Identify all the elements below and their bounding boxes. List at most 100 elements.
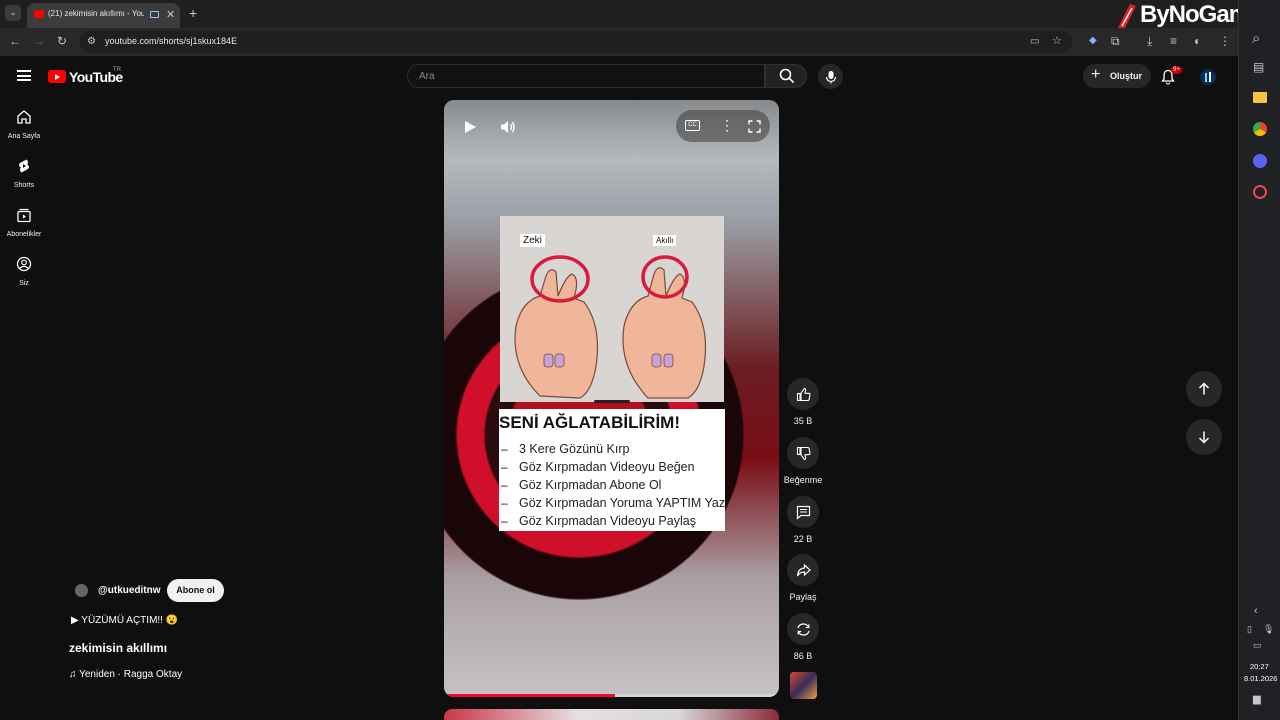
list-dash: – [501,514,508,528]
guide-item-you[interactable]: Siz [0,256,48,287]
discord-icon[interactable] [1253,154,1267,168]
like-bubble [787,378,819,410]
taskbar-time[interactable]: 20:27 [1250,662,1269,671]
bookmark-star-icon[interactable]: ☆ [1052,34,1062,48]
remix-count: 86 B [793,651,813,661]
tray-device-icon[interactable]: ▯ [1247,622,1252,636]
region-code: TR [113,67,121,73]
short-description[interactable]: ▶ YÜZÜMÜ AÇTIM!! 😮 [71,615,178,626]
gamebar-icon[interactable] [1253,185,1267,199]
next-short-button[interactable] [1186,419,1222,455]
progress-track[interactable] [444,694,779,697]
tab-title: (21) zekimisin akıllımı - You [48,9,144,18]
list-dash: – [501,478,508,492]
share-label: Paylaş [789,592,817,602]
guide-item-subscriptions[interactable]: Abonelikler [0,207,48,238]
hamburger-menu-icon[interactable] [17,70,31,81]
guide-item-shorts[interactable]: Shorts [0,158,48,189]
search-input[interactable]: Ara [407,64,765,88]
create-button[interactable]: + Oluştur [1083,64,1151,88]
extension-icon[interactable]: ◆ [1089,34,1097,48]
media-control-icon[interactable]: ≡ [1170,34,1177,48]
tab-close-icon[interactable]: ✕ [166,8,175,22]
comments-bubble [787,496,819,528]
notification-badge: 9+ [1171,66,1182,74]
extensions-puzzle-icon[interactable]: ⧉ [1111,34,1120,48]
like-button[interactable]: 35 B [787,378,819,426]
cast-icon[interactable]: ▭ [1030,35,1039,49]
url-text: youtube.com/shorts/sj1skux184E [105,36,238,46]
dislike-label: Beğenme [783,475,823,485]
file-explorer-icon[interactable] [1253,92,1267,103]
remix-button[interactable]: 86 B [787,613,819,661]
tab-list-icon[interactable]: ⌄ [5,5,21,21]
sound-thumbnail[interactable] [790,672,817,699]
short-title[interactable]: zekimisin akıllımı [69,641,167,655]
thumbs-down-icon [796,446,811,460]
user-icon [16,256,32,272]
channel-avatar[interactable] [75,584,88,597]
arrow-down-icon [1198,431,1210,444]
tray-mic-icon[interactable]: 🎙 [1263,622,1274,636]
share-button[interactable]: Paylaş [787,554,819,602]
player-controls-pill: CC ⋮ [676,110,770,142]
subscribe-button[interactable]: Abone ol [167,579,224,602]
avatar[interactable] [1200,69,1216,85]
volume-icon[interactable] [500,120,516,134]
site-info-icon[interactable]: ⚙ [87,35,96,49]
tray-display-icon[interactable]: ▭ [1253,638,1262,652]
share-icon [796,563,811,576]
like-count: 35 B [793,416,813,426]
youtube-page: YouTube TR Ara + Oluştur 9+ Ana Sayfa Sh… [0,56,1238,720]
youtube-favicon-icon [34,10,44,18]
comments-button[interactable]: 22 B [787,496,819,544]
list-dash: – [501,442,508,456]
channel-name[interactable]: @utkueditnw [98,585,161,596]
voice-search-button[interactable] [818,64,843,89]
arrow-up-icon [1198,382,1210,395]
thumbs-up-icon [796,387,811,401]
guide-item-home[interactable]: Ana Sayfa [0,109,48,140]
browser-menu-icon[interactable]: ⋮ [1219,34,1231,48]
forward-icon[interactable]: → [33,34,45,48]
guide-item-label: Shorts [13,182,35,189]
progress-fill [444,694,615,697]
taskbar-date[interactable]: 8.01.2026 [1244,674,1277,683]
browser-tab-bar: ⌄ (21) zekimisin akıllımı - You ✕ + ByNo… [0,0,1262,30]
more-options-icon[interactable]: ⋮ [720,117,734,134]
sidebar-tabs-icon[interactable]: ▤ [1253,60,1264,74]
list-dash: – [501,496,508,510]
captions-icon[interactable]: CC [685,120,700,131]
dislike-button[interactable]: Beğenme [784,437,822,485]
previous-short-button[interactable] [1186,371,1222,407]
hands-illustration [514,255,707,399]
remix-bubble [787,613,819,645]
list-dash: – [501,460,508,474]
profile-icon[interactable]: ◐ [1194,34,1201,48]
download-icon[interactable]: ⤓ [1147,34,1152,48]
browser-address-bar: ← → ↻ ⚙ youtube.com/shorts/sj1skux184E ▭… [0,28,1238,56]
back-icon[interactable]: ← [9,34,21,48]
short-video-player[interactable]: CC ⋮ Zeki Akıllı SENİ AĞLATABİLİRİM! – 3… [444,100,779,697]
guide-item-label: Siz [19,280,29,287]
browser-tab-active[interactable]: (21) zekimisin akıllımı - You ✕ [27,3,180,28]
tray-expand-icon[interactable]: ‹ [1254,604,1258,618]
notification-center-icon[interactable]: ▆ [1253,693,1261,707]
play-icon[interactable] [463,120,477,134]
create-label: Oluştur [1110,71,1143,81]
new-tab-icon[interactable]: + [189,6,197,20]
reload-icon[interactable]: ↻ [57,34,67,48]
music-info[interactable]: ♫ Yeniden · Ragga Oktay [69,669,182,680]
fullscreen-icon[interactable] [748,120,761,133]
url-field[interactable]: ⚙ youtube.com/shorts/sj1skux184E ▭ ☆ [80,31,1072,53]
card-headline: SENİ AĞLATABİLİRİM! [499,413,680,432]
list-item: Göz Kırpmadan Videoyu Beğen [519,460,695,474]
search-button[interactable] [765,64,807,88]
chrome-app-icon[interactable] [1253,122,1267,136]
notifications-button[interactable]: 9+ [1160,66,1182,86]
list-item: Göz Kırpmadan Yoruma YAPTIM Yaz [519,496,726,510]
guide-item-label: Ana Sayfa [7,133,41,140]
share-bubble [787,554,819,586]
comment-icon [796,505,810,520]
sidebar-search-icon[interactable]: ⌕ [1252,31,1260,46]
